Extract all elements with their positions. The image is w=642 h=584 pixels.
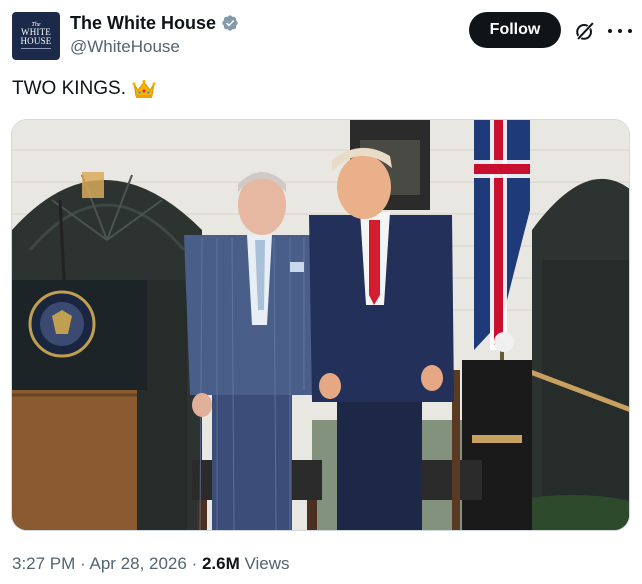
post-photo[interactable] <box>11 119 630 531</box>
post-date[interactable]: Apr 28, 2026 <box>89 554 186 573</box>
meta-separator: · <box>186 554 202 573</box>
post-meta: 3:27 PM · Apr 28, 2026 · 2.6M Views <box>12 552 290 576</box>
avatar-text-line2: HOUSE <box>20 35 52 46</box>
handle[interactable]: @WhiteHouse <box>70 36 239 58</box>
lantern-glow <box>82 172 104 198</box>
meta-separator: · <box>75 554 90 573</box>
crown-icon <box>132 79 156 98</box>
honor-guard <box>462 360 532 530</box>
more-dot <box>618 29 622 33</box>
views-label: Views <box>239 554 290 573</box>
avatar[interactable]: The WHITE HOUSE <box>12 12 60 60</box>
more-dot <box>608 29 612 33</box>
display-name[interactable]: The White House <box>70 12 216 34</box>
photo-scene <box>12 120 629 530</box>
account-names: The White House @WhiteHouse <box>70 12 239 58</box>
follow-button[interactable]: Follow <box>469 12 561 48</box>
grok-icon[interactable] <box>574 20 596 42</box>
post-text-content: TWO KINGS. <box>12 78 126 99</box>
more-icon[interactable] <box>608 20 632 42</box>
post-header: The WHITE HOUSE The White House @WhiteHo… <box>12 10 632 62</box>
podium-wood <box>12 390 137 530</box>
more-dot <box>628 29 632 33</box>
post-text: TWO KINGS. <box>12 76 156 102</box>
views-count[interactable]: 2.6M <box>202 554 240 573</box>
verified-badge-icon[interactable] <box>221 14 239 32</box>
avatar-divider <box>21 47 51 49</box>
post-time[interactable]: 3:27 PM <box>12 554 75 573</box>
